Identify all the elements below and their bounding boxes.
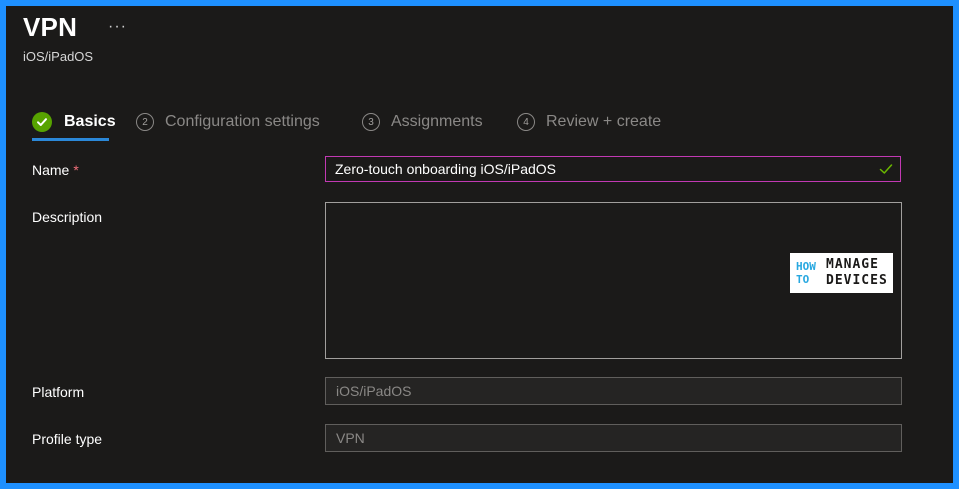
tab-label: Configuration settings: [165, 113, 320, 130]
profile-type-field: VPN: [325, 424, 902, 452]
logo-devices-text: DEVICES: [826, 273, 888, 288]
tab-assignments[interactable]: 3 Assignments: [362, 110, 483, 134]
checkmark-icon: [32, 112, 52, 132]
name-label-text: Name: [32, 162, 70, 178]
page-subtitle: iOS/iPadOS: [23, 49, 94, 64]
platform-field: iOS/iPadOS: [325, 377, 902, 405]
tab-label: Review + create: [546, 113, 662, 130]
platform-label: Platform: [32, 384, 85, 400]
howtomanagedevices-logo: HOW TO MANAGE DEVICES: [790, 253, 893, 293]
tab-configuration-settings[interactable]: 2 Configuration settings: [136, 110, 320, 134]
vpn-profile-panel: VPN ··· iOS/iPadOS Basics 2 Configuratio…: [6, 6, 953, 483]
step-number-icon: 2: [136, 113, 154, 131]
step-number-icon: 3: [362, 113, 380, 131]
page-title: VPN: [23, 12, 78, 42]
logo-manage-text: MANAGE: [826, 257, 879, 272]
tab-label: Assignments: [391, 113, 483, 130]
platform-value: iOS/iPadOS: [336, 383, 412, 399]
tab-label: Basics: [64, 113, 116, 130]
tab-review-create[interactable]: 4 Review + create: [517, 110, 661, 134]
required-marker: *: [73, 162, 79, 178]
tab-basics[interactable]: Basics: [32, 110, 116, 134]
profile-type-value: VPN: [336, 430, 365, 446]
logo-how-text: HOW: [796, 260, 816, 273]
more-options-button[interactable]: ···: [108, 18, 127, 36]
description-textarea[interactable]: HOW TO MANAGE DEVICES: [325, 202, 902, 359]
logo-to-text: TO: [796, 273, 810, 286]
name-input-value: Zero-touch onboarding iOS/iPadOS: [335, 161, 557, 177]
name-label: Name *: [32, 162, 79, 178]
profile-type-label: Profile type: [32, 431, 103, 447]
description-label: Description: [32, 209, 103, 225]
name-input[interactable]: Zero-touch onboarding iOS/iPadOS: [325, 156, 901, 182]
step-number-icon: 4: [517, 113, 535, 131]
checkmark-icon: [878, 161, 894, 180]
active-tab-indicator: [32, 138, 109, 141]
